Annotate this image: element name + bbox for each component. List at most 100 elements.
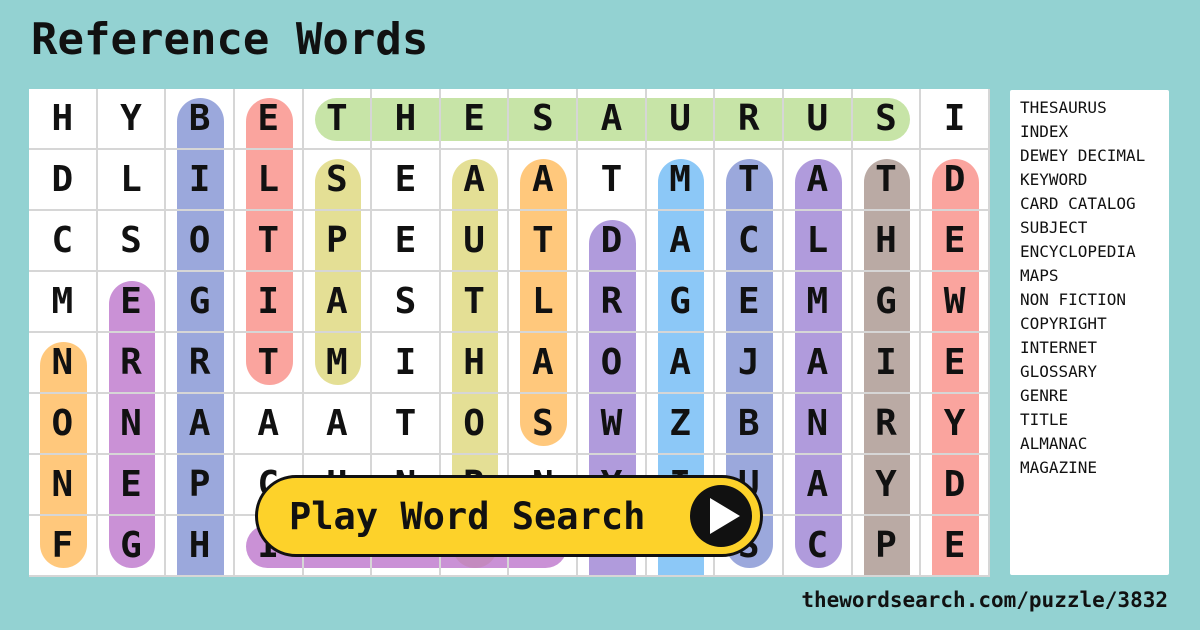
grid-cell[interactable]: D xyxy=(921,150,990,211)
grid-cell[interactable]: O xyxy=(29,394,98,455)
grid-cell[interactable]: L xyxy=(234,150,304,211)
grid-cell[interactable]: P xyxy=(852,516,922,577)
grid-cell[interactable]: H xyxy=(372,89,441,150)
grid-cell[interactable]: S xyxy=(509,394,579,455)
grid-cell[interactable]: T xyxy=(509,211,579,272)
grid-cell[interactable]: B xyxy=(715,394,785,455)
grid-cell[interactable]: A xyxy=(234,394,304,455)
grid-cell[interactable]: T xyxy=(440,272,510,333)
grid-cell[interactable]: R xyxy=(578,272,647,333)
grid-cell[interactable]: N xyxy=(29,455,98,516)
grid-cell[interactable]: I xyxy=(921,89,990,150)
grid-cell[interactable]: S xyxy=(852,89,922,150)
grid-cell[interactable]: M xyxy=(29,272,98,333)
grid-cell[interactable]: C xyxy=(784,516,853,577)
grid-cell[interactable]: T xyxy=(234,333,304,394)
grid-cell[interactable]: W xyxy=(921,272,990,333)
grid-cell[interactable]: A xyxy=(784,455,853,516)
grid-cell[interactable]: C xyxy=(715,211,785,272)
grid-cell[interactable]: B xyxy=(166,89,235,150)
grid-cell[interactable]: A xyxy=(784,333,853,394)
word-list-item: INTERNET xyxy=(1020,338,1098,357)
grid-cell[interactable]: G xyxy=(852,272,922,333)
grid-cell[interactable]: T xyxy=(715,150,785,211)
grid-cell[interactable]: D xyxy=(921,455,990,516)
grid-cell[interactable]: I xyxy=(372,333,441,394)
grid-cell[interactable]: U xyxy=(440,211,510,272)
grid-cell[interactable]: E xyxy=(440,89,510,150)
grid-cell[interactable]: E xyxy=(97,455,167,516)
word-list-item: CARD CATALOG xyxy=(1020,194,1136,213)
grid-cell[interactable]: S xyxy=(372,272,441,333)
grid-cell[interactable]: E xyxy=(921,516,990,577)
grid-cell[interactable]: A xyxy=(509,333,579,394)
grid-cell[interactable]: I xyxy=(166,150,235,211)
grid-cell[interactable]: E xyxy=(234,89,304,150)
grid-cell[interactable]: S xyxy=(97,211,167,272)
grid-cell[interactable]: F xyxy=(29,516,98,577)
grid-cell[interactable]: L xyxy=(97,150,167,211)
grid-cell[interactable]: A xyxy=(440,150,510,211)
grid-cell[interactable]: A xyxy=(303,272,373,333)
grid-cell[interactable]: M xyxy=(646,150,716,211)
grid-cell[interactable]: E xyxy=(97,272,167,333)
grid-cell[interactable]: M xyxy=(784,272,853,333)
grid-cell[interactable]: U xyxy=(784,89,853,150)
grid-cell[interactable]: G xyxy=(166,272,235,333)
grid-cell[interactable]: J xyxy=(715,333,785,394)
grid-cell[interactable]: R xyxy=(852,394,922,455)
grid-cell[interactable]: G xyxy=(97,516,167,577)
grid-cell[interactable]: L xyxy=(509,272,579,333)
grid-cell[interactable]: C xyxy=(29,211,98,272)
grid-cell[interactable]: A xyxy=(784,150,853,211)
grid-cell[interactable]: T xyxy=(372,394,441,455)
grid-cell[interactable]: H xyxy=(166,516,235,577)
grid-cell[interactable]: I xyxy=(234,272,304,333)
grid-cell[interactable]: A xyxy=(578,89,647,150)
grid-cell[interactable]: H xyxy=(440,333,510,394)
grid-cell[interactable]: R xyxy=(166,333,235,394)
grid-cell[interactable]: A xyxy=(166,394,235,455)
grid-cell[interactable]: T xyxy=(234,211,304,272)
grid-cell[interactable]: N xyxy=(97,394,167,455)
grid-cell[interactable]: E xyxy=(921,211,990,272)
grid-cell[interactable]: N xyxy=(29,333,98,394)
grid-cell[interactable]: G xyxy=(646,272,716,333)
grid-cell[interactable]: A xyxy=(646,211,716,272)
grid-cell[interactable]: Y xyxy=(852,455,922,516)
grid-cell[interactable]: R xyxy=(97,333,167,394)
grid-cell[interactable]: E xyxy=(372,150,441,211)
grid-cell[interactable]: A xyxy=(646,333,716,394)
grid-cell[interactable]: R xyxy=(715,89,785,150)
grid-cell[interactable]: E xyxy=(921,333,990,394)
grid-cell[interactable]: O xyxy=(440,394,510,455)
grid-cell[interactable]: U xyxy=(646,89,716,150)
grid-cell[interactable]: H xyxy=(29,89,98,150)
grid-cell[interactable]: M xyxy=(303,333,373,394)
grid-cell[interactable]: A xyxy=(303,394,373,455)
grid-cell[interactable]: Y xyxy=(921,394,990,455)
puzzle-url[interactable]: thewordsearch.com/puzzle/3832 xyxy=(801,588,1168,612)
grid-cell[interactable]: S xyxy=(509,89,579,150)
grid-cell[interactable]: Z xyxy=(646,394,716,455)
grid-cell[interactable]: A xyxy=(509,150,579,211)
grid-cell[interactable]: T xyxy=(852,150,922,211)
grid-cell[interactable]: W xyxy=(578,394,647,455)
grid-cell[interactable]: Y xyxy=(97,89,167,150)
grid-cell[interactable]: I xyxy=(852,333,922,394)
grid-cell[interactable]: D xyxy=(578,211,647,272)
grid-cell[interactable]: D xyxy=(29,150,98,211)
grid-cell[interactable]: O xyxy=(166,211,235,272)
grid-cell[interactable]: P xyxy=(303,211,373,272)
grid-cell[interactable]: T xyxy=(578,150,647,211)
grid-cell[interactable]: L xyxy=(784,211,853,272)
grid-cell[interactable]: E xyxy=(372,211,441,272)
grid-cell[interactable]: O xyxy=(578,333,647,394)
play-word-search-button[interactable]: Play Word Search xyxy=(255,475,763,557)
grid-cell[interactable]: E xyxy=(715,272,785,333)
grid-cell[interactable]: N xyxy=(784,394,853,455)
grid-cell[interactable]: T xyxy=(303,89,373,150)
grid-cell[interactable]: S xyxy=(303,150,373,211)
grid-cell[interactable]: H xyxy=(852,211,922,272)
grid-cell[interactable]: P xyxy=(166,455,235,516)
